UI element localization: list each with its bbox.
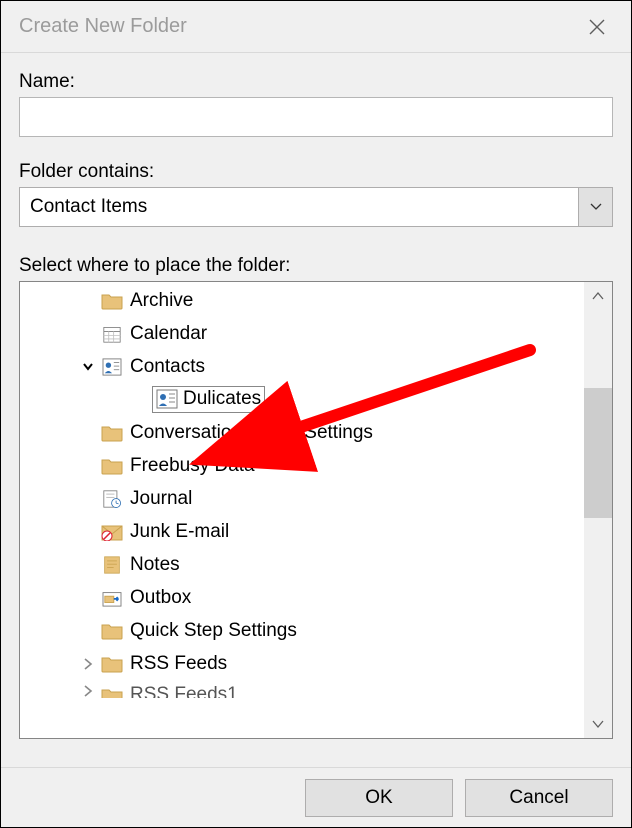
tree-item[interactable]: Quick Step Settings (20, 614, 584, 647)
junk-icon (100, 520, 124, 544)
chevron-right-icon[interactable] (78, 657, 98, 671)
tree-item[interactable]: Notes (20, 548, 584, 581)
outbox-icon (100, 586, 124, 610)
tree-item-label: Freebusy Data (130, 455, 255, 477)
create-folder-dialog: Create New Folder Name: Folder contains:… (0, 0, 632, 828)
tree-item[interactable]: RSS Feeds (20, 647, 584, 680)
tree-item-label: Junk E-mail (130, 521, 229, 543)
tree-item-label: Calendar (130, 323, 207, 345)
tree-item[interactable]: RSS Feeds1 (20, 680, 584, 698)
folder-icon (100, 454, 124, 478)
titlebar: Create New Folder (1, 1, 631, 53)
tree-list[interactable]: Archive Calendar Contacts Dulicates Conversa… (20, 282, 584, 738)
tree-item[interactable]: Archive (20, 284, 584, 317)
tree-item[interactable]: Outbox (20, 581, 584, 614)
scrollbar[interactable] (584, 282, 612, 738)
contacts-icon (155, 387, 179, 411)
scrollbar-track[interactable] (584, 310, 612, 710)
tree-item[interactable]: Conversation Action Settings (20, 416, 584, 449)
name-input[interactable] (19, 97, 613, 137)
chevron-right-icon[interactable] (78, 684, 98, 698)
close-icon[interactable] (577, 7, 617, 47)
placement-label: Select where to place the folder: (19, 255, 613, 277)
folder-tree: Archive Calendar Contacts Dulicates Conversa… (19, 281, 613, 739)
journal-icon (100, 487, 124, 511)
tree-item[interactable]: Contacts (20, 350, 584, 383)
dialog-content: Name: Folder contains: Contact Items Sel… (1, 53, 631, 767)
ok-button[interactable]: OK (305, 779, 453, 817)
tree-item[interactable]: Freebusy Data (20, 449, 584, 482)
scroll-up-icon[interactable] (584, 282, 612, 310)
tree-item-label: Outbox (130, 587, 191, 609)
folder-icon (100, 652, 124, 676)
tree-item[interactable]: Dulicates (20, 383, 584, 416)
name-label: Name: (19, 71, 613, 93)
notes-icon (100, 553, 124, 577)
tree-item-label: Dulicates (183, 388, 261, 410)
dialog-buttons: OK Cancel (1, 767, 631, 827)
folder-icon (100, 619, 124, 643)
folder-contains-value: Contact Items (20, 196, 578, 218)
tree-item-label: Journal (130, 488, 192, 510)
tree-item-label: RSS Feeds (130, 653, 227, 675)
tree-item-label: RSS Feeds1 (130, 684, 238, 698)
calendar-icon (100, 322, 124, 346)
contacts-icon (100, 355, 124, 379)
folder-icon (100, 421, 124, 445)
tree-item-label: Conversation Action Settings (130, 422, 373, 444)
tree-item-label: Contacts (130, 356, 205, 378)
chevron-down-icon[interactable] (578, 188, 612, 226)
tree-item-label: Archive (130, 290, 193, 312)
folder-contains-combo[interactable]: Contact Items (19, 187, 613, 227)
tree-item[interactable]: Journal (20, 482, 584, 515)
tree-item[interactable]: Calendar (20, 317, 584, 350)
folder-icon (100, 289, 124, 313)
scroll-down-icon[interactable] (584, 710, 612, 738)
folder-icon (100, 684, 124, 698)
tree-item-label: Notes (130, 554, 180, 576)
tree-item[interactable]: Junk E-mail (20, 515, 584, 548)
folder-contains-label: Folder contains: (19, 161, 613, 183)
scrollbar-thumb[interactable] (584, 388, 612, 518)
window-title: Create New Folder (19, 15, 187, 38)
cancel-button[interactable]: Cancel (465, 779, 613, 817)
tree-item-label: Quick Step Settings (130, 620, 297, 642)
chevron-down-icon[interactable] (78, 360, 98, 374)
